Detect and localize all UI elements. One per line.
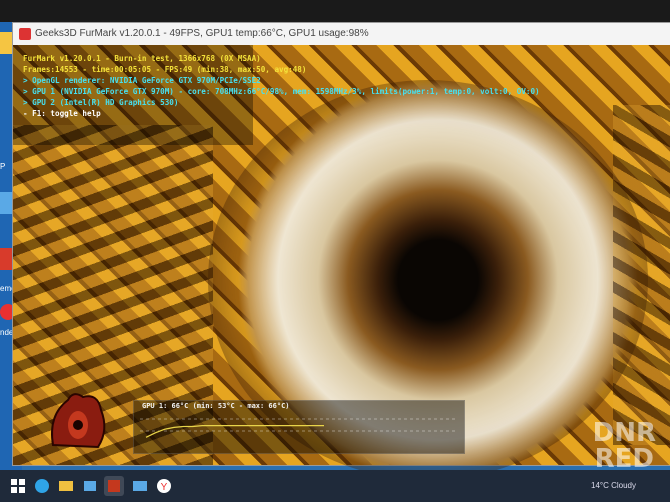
furmark-window: Geeks3D FurMark v1.20.0.1 - 49FPS, GPU1 … [12,22,670,466]
settings-icon[interactable] [80,476,100,496]
weather-widget[interactable]: 14°C Cloudy [591,481,636,490]
osd-overlay: FurMark v1.20.0.1 - Burn-in test, 1366x7… [23,53,540,119]
edge-icon[interactable] [32,476,52,496]
window-title: Geeks3D FurMark v1.20.0.1 - 49FPS, GPU1 … [35,28,369,39]
osd-title-line: FurMark v1.20.0.1 - Burn-in test, 1366x7… [23,54,261,63]
start-button-icon[interactable] [8,476,28,496]
furmark-logo [43,385,113,455]
desktop-icon-label: P [0,162,6,171]
temperature-graph-plot [140,418,458,438]
watermark: DNR RED [593,420,656,472]
watermark-line2: RED [594,444,654,474]
temperature-series-line [145,424,324,438]
yandex-taskbar-icon[interactable]: Y [154,476,174,496]
osd-gpu2-line: > GPU 2 (Intel(R) HD Graphics 530) [23,98,179,107]
osd-renderer-line: > OpenGL renderer: NVIDIA GeForce GTX 97… [23,76,261,85]
desktop-screen: P eme ndex Geeks3D FurMark v1.20.0.1 - 4… [0,22,670,470]
osd-gpu1-line: > GPU 1 (NVIDIA GeForce GTX 970M) - core… [23,87,540,96]
osd-frames-line: Frames:14553 - time:00:05:05 - FPS:49 (m… [23,65,307,74]
furmark-taskbar-icon[interactable] [104,476,124,496]
svg-text:Y: Y [161,482,168,493]
osd-help-line: - F1: toggle help [23,109,101,118]
folder-taskbar-icon[interactable] [130,476,150,496]
file-explorer-icon[interactable] [56,476,76,496]
furmark-app-icon [19,28,31,40]
watermark-line1: DNR [592,418,656,448]
window-titlebar[interactable]: Geeks3D FurMark v1.20.0.1 - 49FPS, GPU1 … [13,23,670,46]
taskbar: Y 14°C Cloudy [0,470,670,502]
furmark-render-canvas: FurMark v1.20.0.1 - Burn-in test, 1366x7… [13,45,670,465]
temperature-graph: GPU 1: 66°C (min: 53°C - max: 66°C) [133,400,465,454]
